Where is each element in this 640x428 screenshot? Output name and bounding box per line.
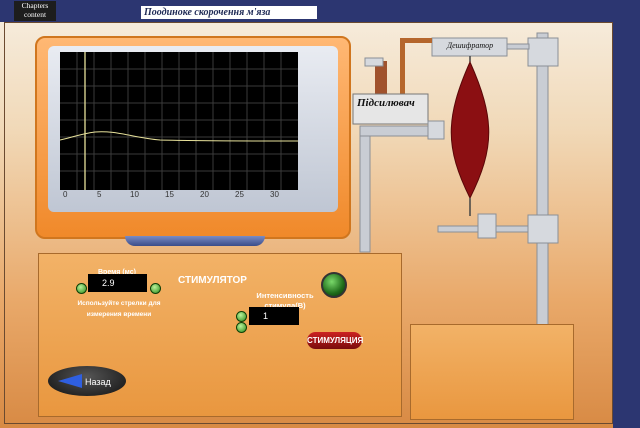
time-hint: Используйте стрелки для измерения времен…: [77, 300, 161, 318]
x-tick: 10: [130, 190, 139, 199]
transducer-label: Дешифратор: [447, 41, 494, 50]
monitor-stand: [125, 236, 265, 246]
time-increase-button[interactable]: [150, 283, 161, 294]
oscilloscope-screen: [59, 52, 299, 190]
intensity-decrease-button[interactable]: [236, 322, 247, 333]
amplifier-label: Підсилювач: [357, 97, 415, 109]
x-tick: 15: [165, 190, 174, 199]
muscle-holder: [477, 213, 497, 239]
x-tick: 30: [270, 190, 279, 199]
lower-clamp: [527, 214, 559, 244]
left-pole: [359, 131, 371, 253]
x-tick: 5: [97, 190, 102, 199]
chapters-content-button[interactable]: Chapters content: [14, 1, 56, 21]
wire: [400, 38, 405, 98]
muscle: [450, 60, 490, 200]
left-arm: [359, 125, 429, 137]
page-title: Поодиноке скорочення м'яза: [141, 6, 317, 19]
stimulator-title: СТИМУЛЯТОР: [178, 275, 247, 286]
x-tick: 20: [200, 190, 209, 199]
x-tick: 0: [63, 190, 68, 199]
x-tick: 25: [235, 190, 244, 199]
stimulate-button[interactable]: СТИМУЛЯЦИЯ: [307, 332, 363, 349]
oscilloscope-grid: [59, 52, 299, 190]
upper-clamp: [527, 37, 559, 67]
apparatus-base: [410, 324, 574, 420]
transducer-rod: [506, 43, 530, 50]
time-display: 2.9: [88, 274, 147, 292]
intensity-display: 1: [249, 307, 299, 325]
connector: [364, 57, 384, 67]
left-clamp: [427, 120, 445, 140]
right-edge-bar: [613, 0, 640, 428]
time-decrease-button[interactable]: [76, 283, 87, 294]
back-label[interactable]: Назад: [85, 377, 111, 387]
top-bar: [0, 0, 640, 22]
stand-pole: [536, 32, 549, 326]
arrow-left-icon: [58, 374, 82, 388]
intensity-increase-button[interactable]: [236, 311, 247, 322]
